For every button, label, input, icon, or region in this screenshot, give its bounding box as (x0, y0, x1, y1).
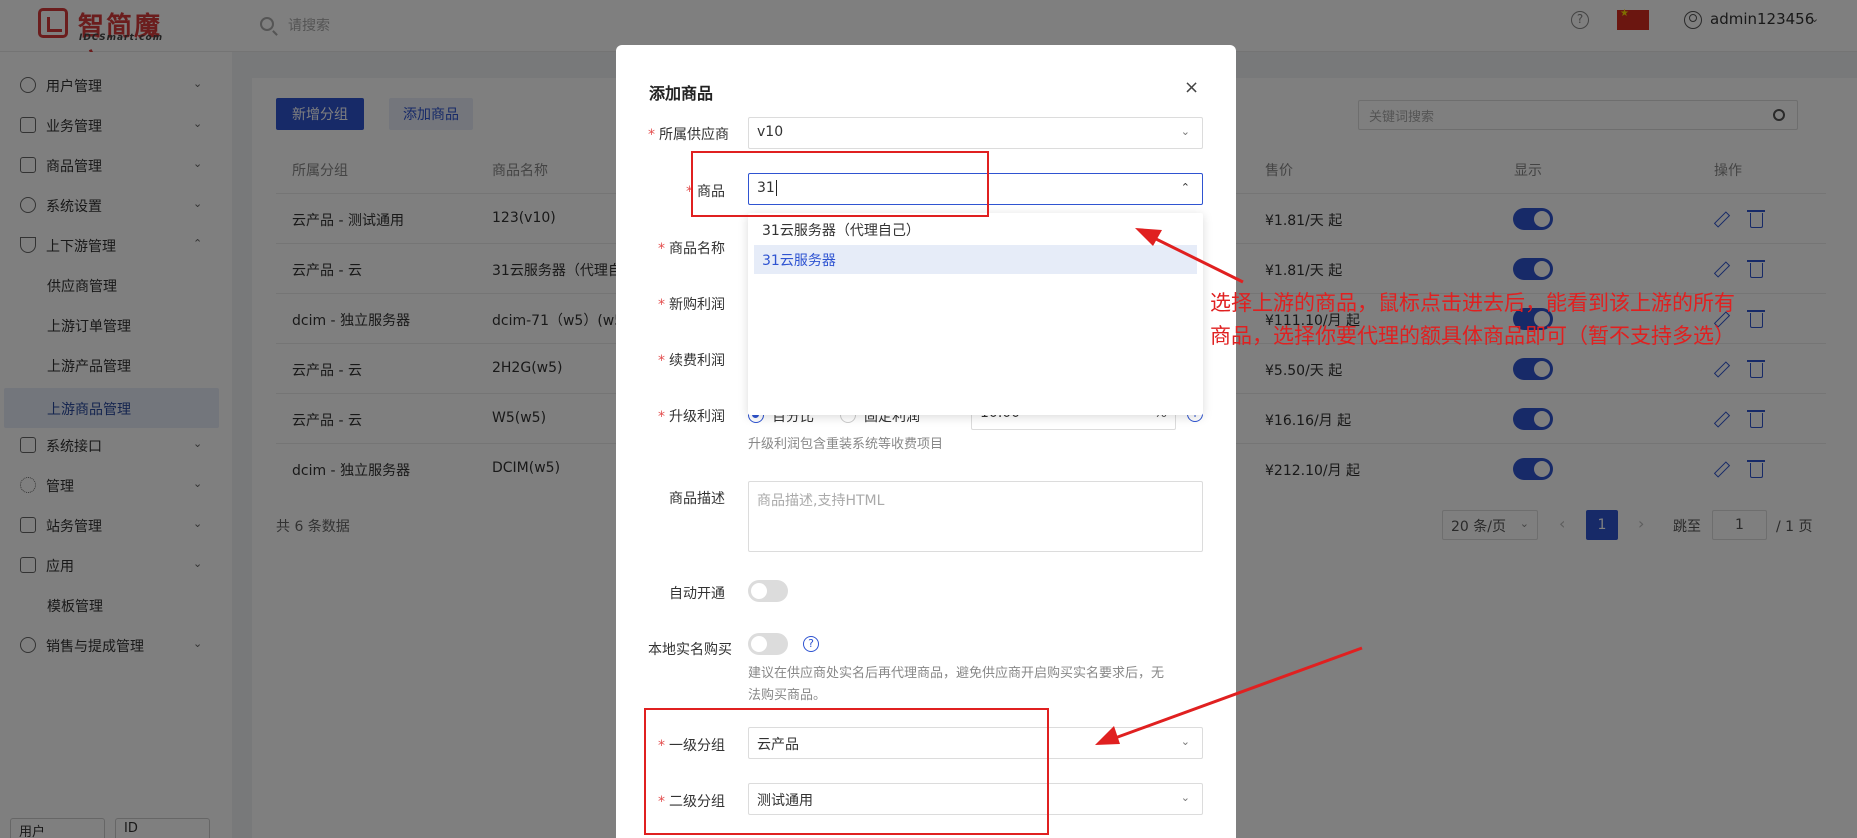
product-name-label: * 商品名称 (658, 241, 725, 257)
auto-open-label: 自动开通 (669, 586, 725, 602)
modal-title: 添加商品 (649, 84, 714, 103)
close-icon[interactable]: × (1184, 77, 1199, 98)
renew-profit-label-text: 续费利润 (669, 353, 725, 369)
supplier-label-text: 所属供应商 (659, 127, 729, 143)
annotation-box-groups (644, 708, 1049, 835)
description-textarea[interactable]: 商品描述,支持HTML (748, 481, 1203, 552)
chevron-down-icon: ⌄ (1180, 125, 1190, 138)
annotation-box-product (691, 151, 989, 217)
product-name-label-text: 商品名称 (669, 241, 725, 257)
supplier-value: v10 (757, 124, 784, 140)
annotation-line1: 选择上游的商品，鼠标点击进去后，能看到该上游的所有 (1210, 291, 1735, 315)
chevron-down-icon: ⌄ (1180, 735, 1190, 748)
chevron-up-icon: ⌃ (1180, 181, 1190, 194)
supplier-label: * 所属供应商 (648, 127, 729, 143)
auto-open-toggle[interactable] (748, 580, 788, 602)
chevron-down-icon: ⌄ (1180, 791, 1190, 804)
annotation-line2: 商品，选择你要代理的额具体商品即可（暂不支持多选） (1210, 324, 1735, 348)
realname-label: 本地实名购买 (648, 642, 732, 658)
annotation-text: 选择上游的商品，鼠标点击进去后，能看到该上游的所有 商品，选择你要代理的额具体商… (1210, 287, 1830, 353)
question-icon[interactable]: ? (803, 636, 819, 652)
dropdown-option[interactable]: 31云服务器（代理自己） (754, 215, 1197, 244)
new-profit-label-text: 新购利润 (669, 297, 725, 313)
realname-toggle[interactable] (748, 633, 788, 655)
description-label: 商品描述 (669, 491, 725, 507)
upgrade-profit-label-text: 升级利润 (669, 409, 725, 425)
new-profit-label: * 新购利润 (658, 297, 725, 313)
product-dropdown: 31云服务器（代理自己） 31云服务器 (748, 213, 1203, 415)
realname-hint-line1: 建议在供应商处实名后再代理商品，避免供应商开启购买实名要求后，无 (748, 666, 1165, 681)
upgrade-profit-hint: 升级利润包含重装系统等收费项目 (748, 437, 944, 452)
supplier-select[interactable]: v10 ⌄ (748, 117, 1203, 149)
renew-profit-label: * 续费利润 (658, 353, 725, 369)
realname-hint-line2: 法购买商品。 (748, 688, 827, 703)
dropdown-option-selected[interactable]: 31云服务器 (754, 245, 1197, 274)
description-placeholder: 商品描述,支持HTML (757, 493, 885, 509)
upgrade-profit-label: * 升级利润 (658, 409, 725, 425)
